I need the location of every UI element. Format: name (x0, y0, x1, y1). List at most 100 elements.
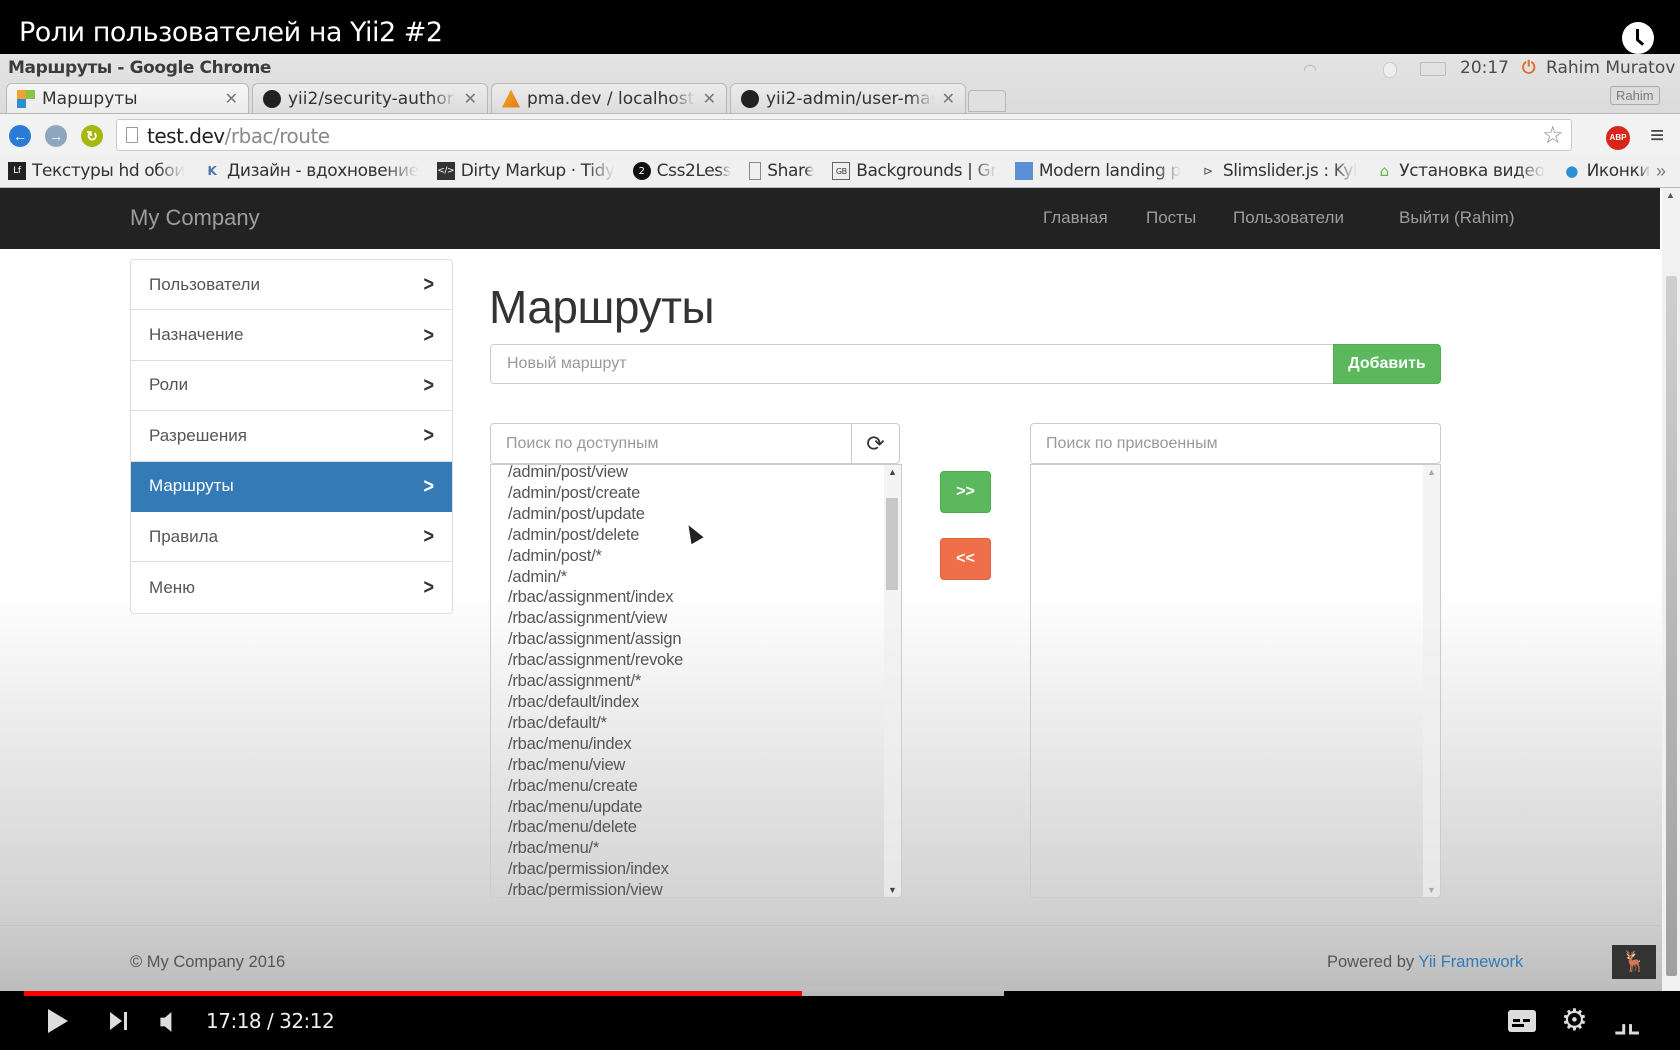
bookmark-item[interactable]: 2 Css2Less (632, 161, 732, 181)
nav-link-logout[interactable]: Выйти (Rahim) (1399, 208, 1515, 228)
route-option[interactable]: /rbac/assignment/* (508, 671, 683, 692)
route-option[interactable]: /rbac/menu/create (508, 776, 683, 797)
route-option[interactable]: /rbac/permission/index (508, 859, 683, 880)
browser-tab-github-admin[interactable]: yii2-admin/user-management ✕ (730, 83, 966, 113)
sidebar-item-roles[interactable]: Роли > (131, 361, 452, 412)
settings-gear-icon[interactable]: ⚙ (1561, 1003, 1588, 1038)
chrome-profile-badge[interactable]: Rahim (1610, 86, 1660, 105)
scroll-up-arrow-icon[interactable]: ▲ (1427, 467, 1436, 477)
system-clock[interactable]: 20:17 (1460, 58, 1509, 78)
add-route-button[interactable]: Добавить (1333, 344, 1441, 384)
route-option[interactable]: /admin/* (508, 567, 683, 588)
route-option[interactable]: /rbac/menu/* (508, 838, 683, 859)
bookmark-item[interactable]: Modern landing p (1014, 161, 1181, 181)
new-tab-button[interactable] (968, 90, 1006, 112)
brand-link[interactable]: My Company (130, 205, 260, 231)
browser-tab-pma[interactable]: pma.dev / localhost ✕ (491, 83, 727, 113)
sidebar-item-users[interactable]: Пользователи > (131, 260, 452, 311)
watch-later-clock-icon[interactable] (1622, 22, 1654, 54)
play-icon[interactable] (48, 1009, 68, 1033)
battery-icon[interactable] (1420, 62, 1446, 76)
yii-framework-link[interactable]: Yii Framework (1418, 953, 1523, 971)
remove-route-button[interactable]: << (940, 538, 991, 580)
assign-route-button[interactable]: >> (940, 471, 991, 513)
route-option[interactable]: /admin/post/delete (508, 525, 683, 546)
scroll-up-arrow-icon[interactable]: ▲ (888, 467, 897, 477)
scrollbar-thumb[interactable] (886, 498, 898, 590)
assigned-routes-list[interactable]: ▲ ▼ (1030, 464, 1441, 898)
route-option[interactable]: /admin/post/view (508, 465, 683, 483)
route-option[interactable]: /rbac/menu/delete (508, 817, 683, 838)
system-user-name[interactable]: Rahim Muratov (1546, 58, 1675, 78)
sidebar-item-permissions[interactable]: Разрешения > (131, 411, 452, 462)
sidebar-item-menu[interactable]: Меню > (131, 562, 452, 612)
tab-close-icon[interactable]: ✕ (464, 89, 477, 108)
route-option[interactable]: /rbac/menu/index (508, 734, 683, 755)
list-scrollbar[interactable]: ▲ ▼ (1423, 465, 1440, 897)
route-option[interactable]: /rbac/permission/view (508, 880, 683, 897)
footer-divider (0, 925, 1660, 926)
nav-link-home[interactable]: Главная (1043, 208, 1108, 228)
bookmark-item[interactable]: Lf Текстуры hd обои (8, 161, 185, 181)
sidebar-item-routes[interactable]: Маршруты > (131, 461, 452, 512)
video-title: Роли пользователей на Yii2 #2 (19, 17, 443, 48)
tab-close-icon[interactable]: ✕ (703, 89, 716, 108)
forward-button[interactable]: → (45, 125, 67, 147)
scrollbar-thumb[interactable] (1666, 276, 1677, 976)
bookmark-item[interactable]: ● Иконки (1563, 161, 1650, 181)
search-assigned-input[interactable] (1030, 423, 1441, 464)
bookmark-item[interactable]: </> Dirty Markup · Tidy (436, 161, 615, 181)
scroll-down-arrow-icon[interactable]: ▼ (1427, 885, 1436, 895)
route-option[interactable]: /rbac/default/* (508, 713, 683, 734)
bookmarks-bar: Lf Текстуры hd обои K Дизайн - вдохновение… (0, 155, 1680, 188)
route-option[interactable]: /admin/post/* (508, 546, 683, 567)
back-button[interactable]: ← (9, 125, 31, 147)
scroll-down-arrow-icon[interactable]: ▼ (888, 885, 897, 895)
bookmark-item[interactable]: ⊳ Slimslider.js : Kyl (1199, 161, 1358, 181)
bookmark-item[interactable]: ⌂ Установка видео (1375, 161, 1545, 181)
browser-toolbar: ← → ↻ test.dev/rbac/route ☆ ABP ≡ (0, 113, 1680, 155)
toggle-icon[interactable] (1383, 62, 1397, 78)
route-option[interactable]: /rbac/menu/update (508, 797, 683, 818)
new-route-input[interactable] (490, 344, 1334, 384)
browser-tab-github-security[interactable]: yii2/security-authorization ✕ (252, 83, 488, 113)
address-bar[interactable]: test.dev/rbac/route ☆ (116, 119, 1572, 151)
sidebar-item-rules[interactable]: Правила > (131, 512, 452, 563)
route-option[interactable]: /admin/post/create (508, 483, 683, 504)
captions-icon[interactable] (1508, 1010, 1536, 1032)
reload-button[interactable]: ↻ (81, 125, 103, 147)
route-option[interactable]: /rbac/assignment/revoke (508, 650, 683, 671)
route-option[interactable]: /rbac/assignment/view (508, 608, 683, 629)
exit-fullscreen-icon[interactable]: ⌟⌞ (1614, 1006, 1640, 1039)
chevron-right-icon: > (423, 322, 434, 347)
sidebar-item-assignment[interactable]: Назначение > (131, 310, 452, 361)
power-icon[interactable]: ⏻ (1522, 58, 1535, 78)
url-text[interactable]: test.dev/rbac/route (147, 124, 330, 148)
nav-link-posts[interactable]: Посты (1146, 208, 1196, 228)
route-option[interactable]: /rbac/assignment/assign (508, 629, 683, 650)
volume-icon[interactable] (158, 1011, 176, 1033)
route-option[interactable]: /rbac/assignment/index (508, 587, 683, 608)
adblock-plus-icon[interactable]: ABP (1606, 126, 1630, 150)
page-scrollbar[interactable]: ▲ (1662, 188, 1680, 991)
channel-deer-logo-icon[interactable]: 🦌 (1612, 945, 1656, 979)
next-video-icon[interactable] (110, 1012, 122, 1030)
browser-tab-routes[interactable]: Маршруты ✕ (6, 83, 249, 113)
nav-link-users[interactable]: Пользователи (1233, 208, 1344, 228)
refresh-button[interactable]: ⟳ (851, 423, 900, 464)
tab-close-icon[interactable]: ✕ (225, 89, 238, 108)
scroll-up-arrow-icon[interactable]: ▲ (1666, 190, 1675, 200)
bookmark-item[interactable]: GB Backgrounds | Gr (832, 161, 997, 181)
search-available-input[interactable] (490, 423, 852, 464)
route-option[interactable]: /rbac/default/index (508, 692, 683, 713)
list-scrollbar[interactable]: ▲ ▼ (884, 465, 901, 897)
bookmark-item[interactable]: Share (749, 161, 815, 181)
bookmark-item[interactable]: K Дизайн - вдохновение (203, 161, 420, 181)
bookmarks-overflow-button[interactable]: » (1656, 161, 1666, 182)
wifi-icon[interactable]: ◠ (1303, 60, 1317, 79)
chrome-menu-icon[interactable]: ≡ (1650, 122, 1664, 150)
route-option[interactable]: /rbac/menu/view (508, 755, 683, 776)
bookmark-star-icon[interactable]: ☆ (1542, 121, 1564, 150)
tab-close-icon[interactable]: ✕ (942, 89, 955, 108)
route-option[interactable]: /admin/post/update (508, 504, 683, 525)
